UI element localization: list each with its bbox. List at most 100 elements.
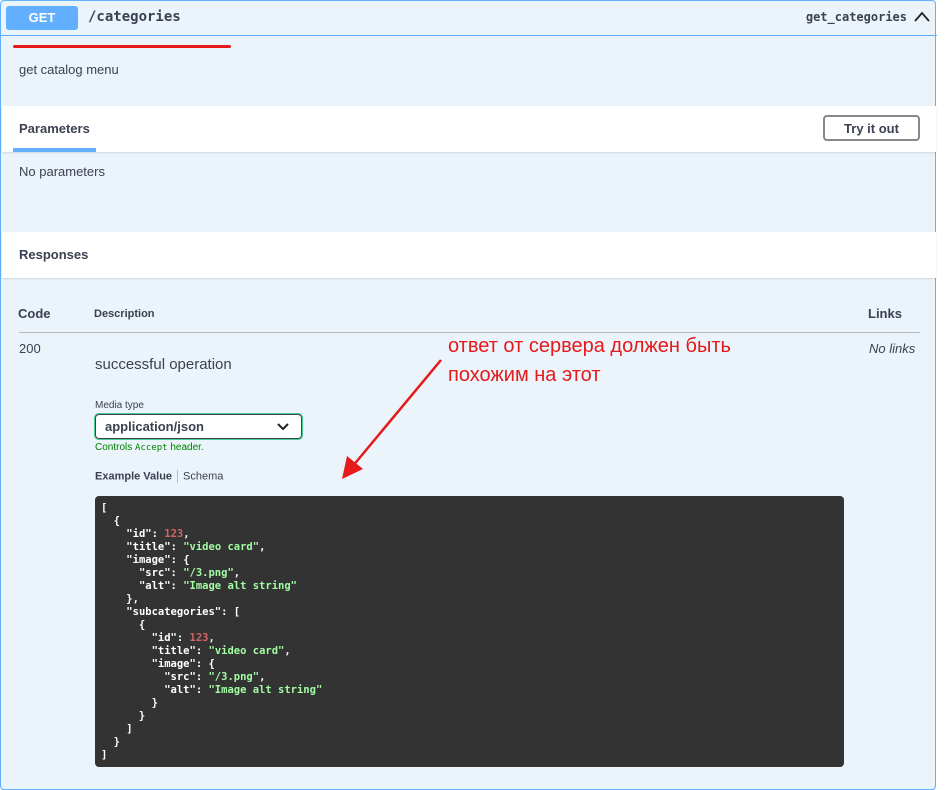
code-line: ] [101,723,838,736]
arrow-icon [342,359,442,479]
json-key: "id" [126,528,152,540]
json-punctuation: : [ [221,606,241,618]
json-string: "Image alt string" [183,580,297,592]
operation-id: get_categories [805,10,907,24]
json-string: "video card" [183,541,260,553]
code-line: { [101,515,838,528]
media-type-value: application/json [105,419,204,434]
json-punctuation: , [259,671,266,683]
code-line: "subcategories": [ [101,606,838,619]
json-punctuation [101,567,139,579]
annotation-note: ответ от сервера должен быть похожим на … [448,332,731,390]
json-punctuation: { [101,619,146,631]
controls-prefix: Controls [95,442,133,453]
json-punctuation: } [101,736,120,748]
json-string: "video card" [208,645,285,657]
code-line: }, [101,593,838,606]
annotation-underline [13,45,231,48]
json-punctuation [101,658,152,670]
chevron-up-icon[interactable] [913,10,931,24]
parameters-header: Parameters Try it out [2,106,936,152]
json-punctuation: , [233,567,241,579]
json-key: "image" [126,554,171,566]
json-punctuation [101,671,164,683]
code-line: "image": { [101,554,838,567]
code-line: [ [101,502,838,515]
json-punctuation: : [195,684,209,696]
json-punctuation: } [101,697,158,709]
code-line: } [101,697,838,710]
json-key: "subcategories" [126,606,222,618]
json-punctuation: : [195,645,209,657]
code-line: "alt": "Image alt string" [101,684,838,697]
annotation-line-1: ответ от сервера должен быть [448,335,731,357]
code-line: "title": "video card", [101,541,838,554]
code-line: { [101,619,838,632]
json-punctuation [101,645,152,657]
example-tabs: Example Value Schema [95,470,223,483]
json-punctuation: : [176,632,190,644]
parameters-title[interactable]: Parameters [19,121,90,136]
json-punctuation: ] [101,723,133,735]
code-line: "image": { [101,658,838,671]
code-line: "id": 123, [101,528,838,541]
json-punctuation: : [151,528,165,540]
json-string: "/3.png" [183,567,234,579]
chevron-down-icon [277,423,289,431]
column-links: Links [868,306,902,321]
controls-suffix: header. [170,442,204,453]
tab-separator [177,470,179,483]
json-punctuation: : { [170,554,190,566]
annotation-line-2: похожим на этот [448,364,601,386]
tab-schema[interactable]: Schema [183,470,223,482]
json-punctuation [101,541,126,553]
response-code: 200 [19,341,41,356]
json-key: "src" [164,671,196,683]
response-links: No links [869,341,916,356]
json-string: "/3.png" [208,671,260,683]
json-punctuation: ] [101,749,108,761]
code-line: "id": 123, [101,632,838,645]
json-key: "image" [151,658,196,670]
json-punctuation: }, [101,593,139,605]
controls-header-name: Accept [135,443,168,453]
code-line: } [101,710,838,723]
json-key: "title" [126,541,171,553]
json-punctuation: , [284,645,291,657]
try-it-out-button[interactable]: Try it out [823,115,920,141]
json-key: "alt" [164,684,196,696]
json-punctuation [101,580,139,592]
json-punctuation: : [195,671,209,683]
no-parameters-text: No parameters [19,164,105,179]
json-punctuation: : [170,541,184,553]
json-punctuation [101,606,126,618]
json-string: "Image alt string" [208,684,323,696]
operation-block: GET /categories get_categories get catal… [0,0,937,790]
json-key: "id" [151,632,177,644]
json-key: "src" [138,567,171,579]
response-description: successful operation [95,356,232,373]
json-punctuation: , [259,541,266,553]
json-number: 123 [189,632,209,644]
json-punctuation [101,684,164,696]
media-type-label: Media type [95,400,144,411]
code-line: } [101,736,838,749]
code-line: "title": "video card", [101,645,838,658]
json-punctuation [101,528,126,540]
json-punctuation [101,554,126,566]
media-type-select[interactable]: application/json [94,413,303,440]
code-line: "src": "/3.png", [101,567,838,580]
column-code: Code [18,306,51,321]
code-line: "src": "/3.png", [101,671,838,684]
code-line: "alt": "Image alt string" [101,580,838,593]
json-punctuation: : [170,567,184,579]
json-key: "alt" [138,580,171,592]
tab-example-value[interactable]: Example Value [95,470,172,482]
example-json-code[interactable]: [ { "id": 123, "title": "video card", "i… [95,496,844,767]
json-punctuation: , [183,528,190,540]
operation-summary[interactable]: GET /categories get_categories [1,1,937,36]
json-punctuation: : [170,580,184,592]
json-key: "title" [151,645,196,657]
parameters-tab-indicator [13,148,96,152]
json-punctuation: , [208,632,215,644]
